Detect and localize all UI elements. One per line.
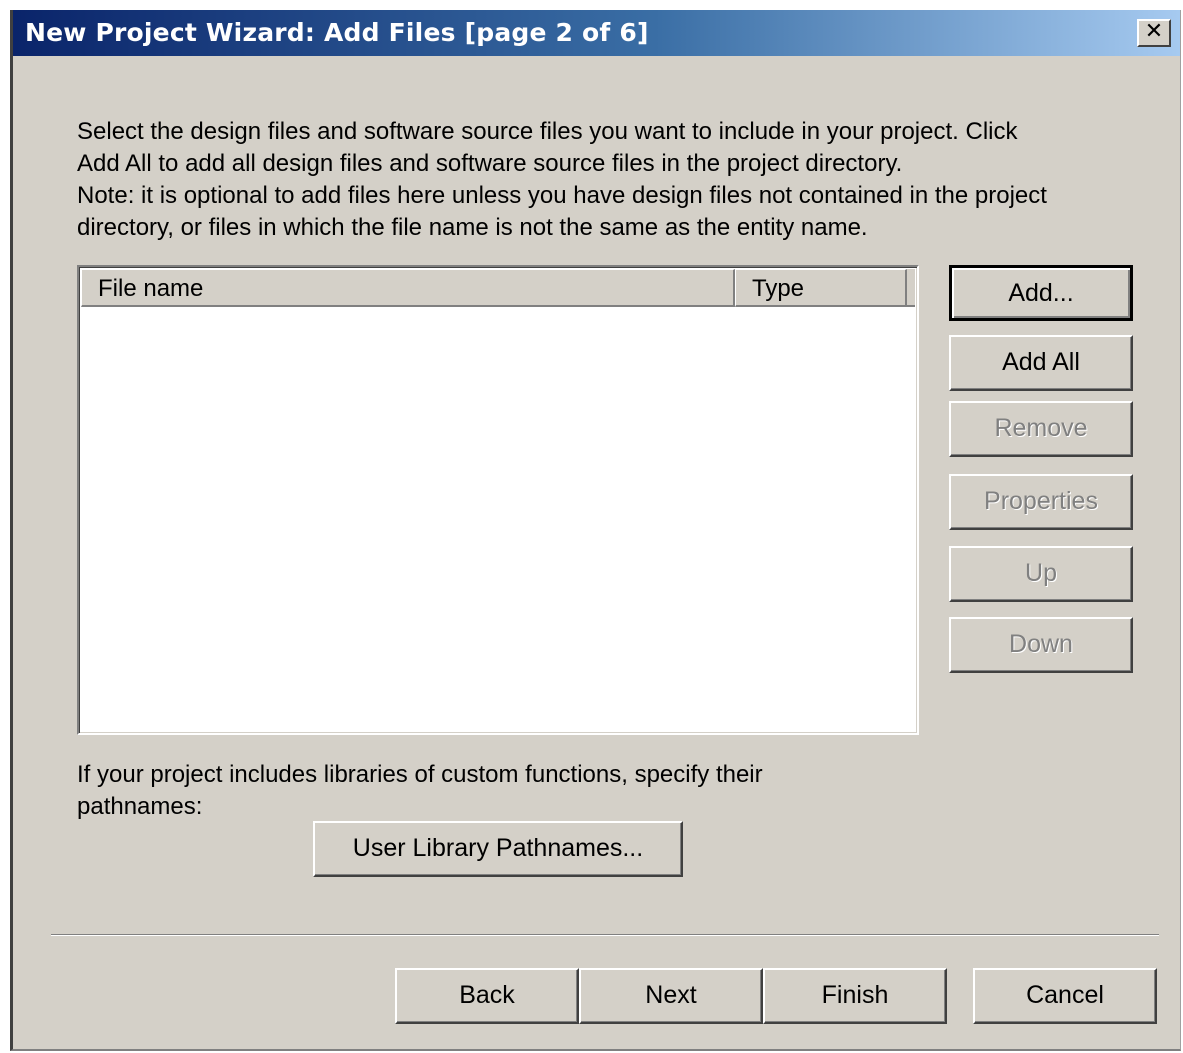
library-instructions-line: pathnames: (77, 793, 203, 820)
description-line: Select the design files and software sou… (77, 118, 1018, 145)
close-icon: ✕ (1144, 19, 1164, 44)
column-header-type[interactable]: Type (735, 269, 907, 307)
add-button[interactable]: Add... (949, 265, 1133, 321)
user-library-pathnames-button[interactable]: User Library Pathnames... (313, 821, 683, 877)
description-line: Add All to add all design files and soft… (77, 150, 903, 177)
down-button[interactable]: Down (949, 617, 1133, 673)
window-title: New Project Wizard: Add Files [page 2 of… (25, 18, 649, 47)
up-button[interactable]: Up (949, 546, 1133, 602)
finish-button[interactable]: Finish (763, 968, 947, 1024)
column-header-filler (907, 269, 915, 307)
properties-button[interactable]: Properties (949, 474, 1133, 530)
library-instructions-line: If your project includes libraries of cu… (77, 761, 763, 788)
cancel-button[interactable]: Cancel (973, 968, 1157, 1024)
separator (51, 934, 1159, 936)
remove-button[interactable]: Remove (949, 401, 1133, 457)
description-line: Note: it is optional to add files here u… (77, 182, 1047, 209)
description-line: directory, or files in which the file na… (77, 214, 868, 241)
back-button[interactable]: Back (395, 968, 579, 1024)
library-instructions: If your project includes libraries of cu… (77, 759, 877, 823)
description-text: Select the design files and software sou… (77, 116, 1167, 244)
add-all-button[interactable]: Add All (949, 335, 1133, 391)
file-list[interactable]: File name Type (77, 265, 919, 735)
file-list-header: File name Type (81, 269, 915, 309)
next-button[interactable]: Next (579, 968, 763, 1024)
column-header-file-name[interactable]: File name (81, 269, 735, 307)
title-bar: New Project Wizard: Add Files [page 2 of… (13, 10, 1180, 56)
close-button[interactable]: ✕ (1137, 19, 1171, 47)
wizard-window: New Project Wizard: Add Files [page 2 of… (10, 10, 1181, 1051)
